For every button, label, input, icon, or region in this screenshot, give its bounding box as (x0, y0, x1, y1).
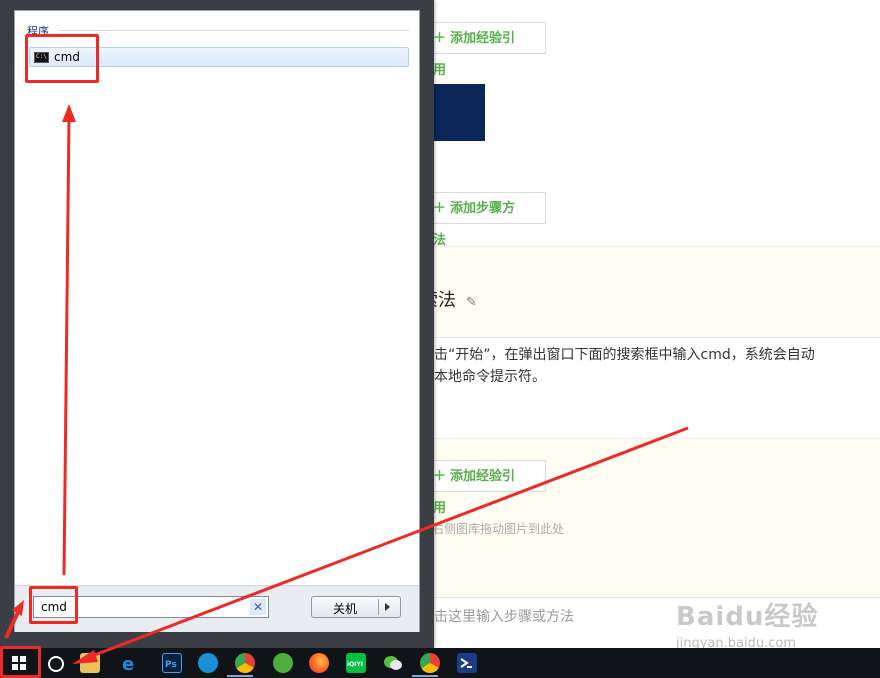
baidu-watermark: Baidu经验 jingyan.baidu.com (676, 596, 876, 651)
active-app-indicator (412, 675, 438, 677)
group-divider (59, 30, 409, 31)
svg-text:Ps: Ps (165, 660, 177, 670)
file-explorer-icon[interactable] (80, 653, 100, 673)
powershell-icon[interactable] (457, 653, 477, 673)
shutdown-options-arrow-icon[interactable] (385, 603, 390, 611)
active-app-indicator (227, 675, 253, 677)
iqiyi-icon[interactable]: iQIYI (346, 653, 366, 673)
divider (432, 337, 880, 338)
annotation-box-search (29, 586, 78, 624)
firefox-icon[interactable] (309, 653, 329, 673)
taskbar: e Ps iQIYI (0, 648, 880, 678)
ie-icon[interactable]: e (120, 653, 140, 675)
step-input-placeholder[interactable]: 点击这里输入步骤或方法 (420, 606, 574, 626)
svg-text:iQIYI: iQIYI (347, 661, 363, 668)
shutdown-divider (378, 599, 379, 615)
chrome-2-icon[interactable] (420, 653, 440, 673)
step-section (432, 246, 880, 337)
plus-icon: ＋ (433, 201, 447, 216)
step-image-thumbnail (432, 84, 485, 141)
drag-image-hint: 或右侧图库拖动图片到此处 (420, 522, 565, 536)
chrome-icon[interactable] (235, 653, 255, 673)
start-menu: 程序 cmd cmd ✕ 关机 (0, 0, 434, 648)
shutdown-label: 关机 (332, 602, 357, 616)
clear-search-icon[interactable]: ✕ (250, 599, 266, 615)
cortana-icon[interactable] (48, 656, 64, 672)
app-m-icon[interactable] (198, 653, 218, 673)
svg-text:e: e (122, 654, 134, 673)
annotation-box-result (25, 34, 99, 83)
shutdown-button[interactable]: 关机 (311, 596, 401, 618)
start-menu-panel: 程序 cmd cmd ✕ 关机 (14, 10, 420, 632)
plus-icon: ＋ (433, 31, 447, 46)
wechat-icon[interactable] (383, 653, 403, 673)
edit-pencil-icon[interactable]: ✎ (466, 295, 477, 310)
step-paragraph: 点击“开始”，在弹出窗口下面的搜索框中输入cmd，系统会自动 到本地命令提示符。 (420, 347, 815, 385)
photoshop-icon[interactable]: Ps (162, 653, 182, 673)
annotation-box-start (0, 646, 41, 678)
browser-icon[interactable] (273, 653, 293, 673)
baidu-logo: Baidu经验 (676, 602, 819, 632)
plus-icon: ＋ (433, 469, 447, 484)
